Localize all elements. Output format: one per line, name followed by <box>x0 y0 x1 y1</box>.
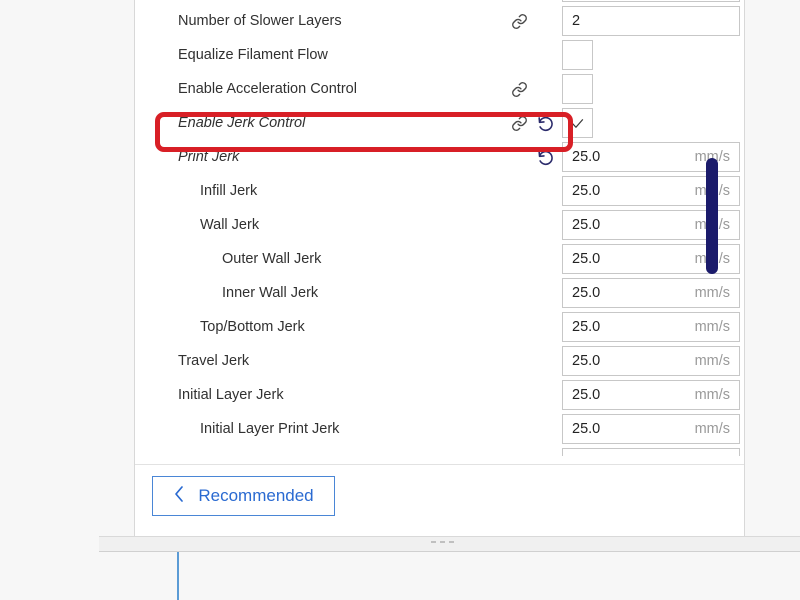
resize-grip[interactable] <box>431 541 454 543</box>
setting-label: Outer Wall Jerk <box>222 251 322 267</box>
setting-label: Print Jerk <box>178 149 240 165</box>
setting-row[interactable]: Number of Slower Layers 2 <box>135 4 744 38</box>
link-icon[interactable] <box>506 8 532 34</box>
checkbox-input[interactable] <box>562 74 593 104</box>
value-number: 25.0 <box>572 285 601 301</box>
grip-dot <box>440 541 445 543</box>
setting-label: Infill Jerk <box>200 183 258 199</box>
window-bottom-bar <box>99 536 800 552</box>
setting-row[interactable]: Enable Acceleration Control <box>135 72 744 106</box>
recommended-button-label: Recommended <box>198 486 314 505</box>
revert-icon-slot <box>532 178 558 204</box>
setting-row[interactable] <box>135 446 744 456</box>
value-number: 25.0 <box>572 353 601 369</box>
revert-icon-slot <box>532 280 558 306</box>
revert-icon-slot <box>532 42 558 68</box>
value-number: 25.0 <box>572 387 601 403</box>
settings-rows: Number of Slower Layers 2 Equalize Filamen… <box>135 4 744 446</box>
setting-row[interactable]: Initial Layer Print Jerk 25.0 mm/s <box>135 412 744 446</box>
link-icon-slot <box>506 450 532 456</box>
revert-icon-slot <box>532 314 558 340</box>
setting-row[interactable]: Infill Jerk25.0mm/s <box>135 174 744 208</box>
revert-icon-slot <box>532 8 558 34</box>
revert-icon-slot <box>532 246 558 272</box>
value-number: 25.0 <box>572 251 601 267</box>
setting-row[interactable]: Equalize Filament Flow <box>135 38 744 72</box>
link-icon-slot <box>506 280 532 306</box>
setting-label: Initial Layer Print Jerk <box>200 421 340 437</box>
setting-label: Enable Jerk Control <box>178 115 306 131</box>
settings-panel: Skirt/Brim Speed 100.0 mm/s Nu <box>134 0 745 537</box>
setting-row[interactable]: Travel Jerk 25.0 mm/s <box>135 344 744 378</box>
revert-icon-slot <box>532 416 558 442</box>
check-icon <box>570 116 585 131</box>
chevron-left-icon <box>173 485 185 508</box>
link-icon-slot <box>506 382 532 408</box>
setting-label: Number of Slower Layers <box>178 13 342 29</box>
setting-row[interactable]: Enable Jerk Control <box>135 106 744 140</box>
revert-icon-slot <box>532 450 558 456</box>
setting-label: Top/Bottom Jerk <box>200 319 305 335</box>
link-icon-slot <box>506 212 532 238</box>
value-number: 2 <box>572 13 581 29</box>
link-icon[interactable] <box>506 76 532 102</box>
link-icon-slot <box>506 348 532 374</box>
annotation-leader-line <box>177 545 179 600</box>
setting-row[interactable]: Inner Wall Jerk 25.0 mm/s <box>135 276 744 310</box>
revert-icon[interactable] <box>532 144 558 170</box>
value-number: 25.0 <box>572 149 601 165</box>
clipped-bottom-row <box>135 446 744 456</box>
setting-label: Wall Jerk <box>200 217 260 233</box>
setting-label: Initial Layer Jerk <box>178 387 284 403</box>
value-number: 25.0 <box>572 421 601 437</box>
grip-dot <box>449 541 454 543</box>
setting-label: Equalize Filament Flow <box>178 47 328 63</box>
setting-row[interactable]: Outer Wall Jerk25.0mm/s <box>135 242 744 276</box>
panel-footer: Recommended <box>135 464 744 528</box>
link-icon-slot <box>506 144 532 170</box>
setting-label: Travel Jerk <box>178 353 250 369</box>
link-icon-slot <box>506 416 532 442</box>
link-icon-slot <box>506 178 532 204</box>
recommended-button[interactable]: Recommended <box>152 476 335 516</box>
grip-dot <box>431 541 436 543</box>
setting-row[interactable]: Top/Bottom Jerk 25.0 mm/s <box>135 310 744 344</box>
setting-row[interactable]: Print Jerk 25.0 mm/s <box>135 140 744 174</box>
revert-icon-slot <box>532 382 558 408</box>
link-icon-slot <box>506 246 532 272</box>
checkbox-input[interactable] <box>562 108 593 138</box>
revert-icon-slot <box>532 212 558 238</box>
setting-row[interactable]: Initial Layer Jerk 25.0 mm/s <box>135 378 744 412</box>
scrollbar-track[interactable] <box>706 0 718 464</box>
checkbox-input[interactable] <box>562 40 593 70</box>
value-number: 25.0 <box>572 319 601 335</box>
setting-label: Enable Acceleration Control <box>178 81 357 97</box>
value-number: 25.0 <box>572 217 601 233</box>
value-number: 25.0 <box>572 183 601 199</box>
revert-icon-slot <box>532 76 558 102</box>
link-icon-slot <box>506 314 532 340</box>
scrollbar-thumb[interactable] <box>706 158 718 274</box>
settings-scroll-area[interactable]: Skirt/Brim Speed 100.0 mm/s Nu <box>135 0 744 464</box>
revert-icon[interactable] <box>532 110 558 136</box>
setting-label: Inner Wall Jerk <box>222 285 319 301</box>
link-icon[interactable] <box>506 110 532 136</box>
setting-row[interactable]: Wall Jerk25.0mm/s <box>135 208 744 242</box>
revert-icon-slot <box>532 348 558 374</box>
link-icon-slot <box>506 42 532 68</box>
